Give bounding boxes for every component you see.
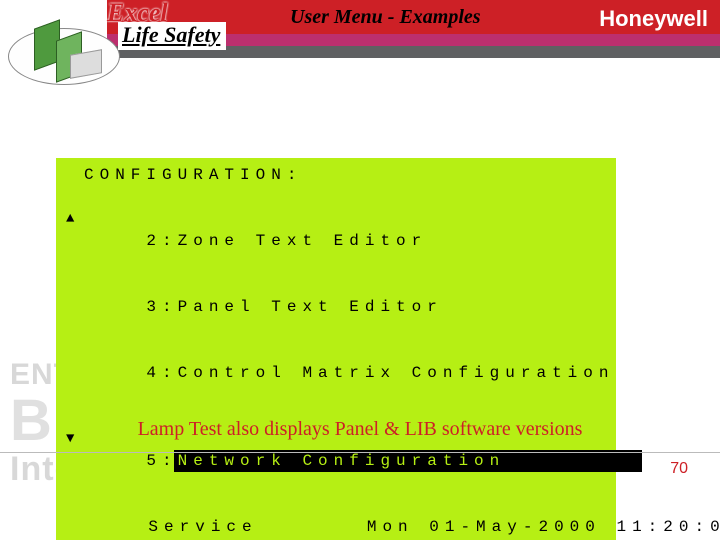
up-arrow-icon[interactable]: ▲ xyxy=(66,208,74,230)
lcd-item-label-selected: Network Configuration xyxy=(174,450,642,472)
page-number: 70 xyxy=(670,460,688,478)
lcd-item-label: Control Matrix Configuration xyxy=(178,364,615,382)
slide-header: Excel Life Safety User Menu - Examples H… xyxy=(0,0,720,70)
horizontal-rule xyxy=(0,452,720,453)
brand-life-safety: Life Safety xyxy=(118,22,226,50)
slide-caption: Lamp Test also displays Panel & LIB soft… xyxy=(0,418,720,441)
lcd-panel: CONFIGURATION: ▲ 2:Zone Text Editor 3:Pa… xyxy=(56,158,616,540)
lcd-service-label: Service xyxy=(148,518,257,536)
lcd-item-num: 3 xyxy=(146,298,162,316)
lcd-footer: Service Mon 01-May-2000 11:20:07 xyxy=(64,494,608,540)
lcd-menu-item-4[interactable]: 4:Control Matrix Configuration xyxy=(64,340,608,406)
lcd-heading: CONFIGURATION: xyxy=(64,164,608,186)
honeywell-logo: Honeywell xyxy=(599,6,708,32)
lcd-item-num: 4 xyxy=(146,364,162,382)
lcd-menu-item-2[interactable]: ▲ 2:Zone Text Editor xyxy=(64,186,608,274)
lcd-datetime: Mon 01-May-2000 11:20:07 xyxy=(367,518,720,536)
isometric-board-icon xyxy=(8,8,118,88)
lcd-item-label: Zone Text Editor xyxy=(178,232,428,250)
lcd-item-num: 5 xyxy=(146,452,162,470)
lcd-item-num: 2 xyxy=(146,232,162,250)
lcd-menu-item-3[interactable]: 3:Panel Text Editor xyxy=(64,274,608,340)
slide-title: User Menu - Examples xyxy=(290,6,481,29)
lcd-item-label: Panel Text Editor xyxy=(178,298,443,316)
